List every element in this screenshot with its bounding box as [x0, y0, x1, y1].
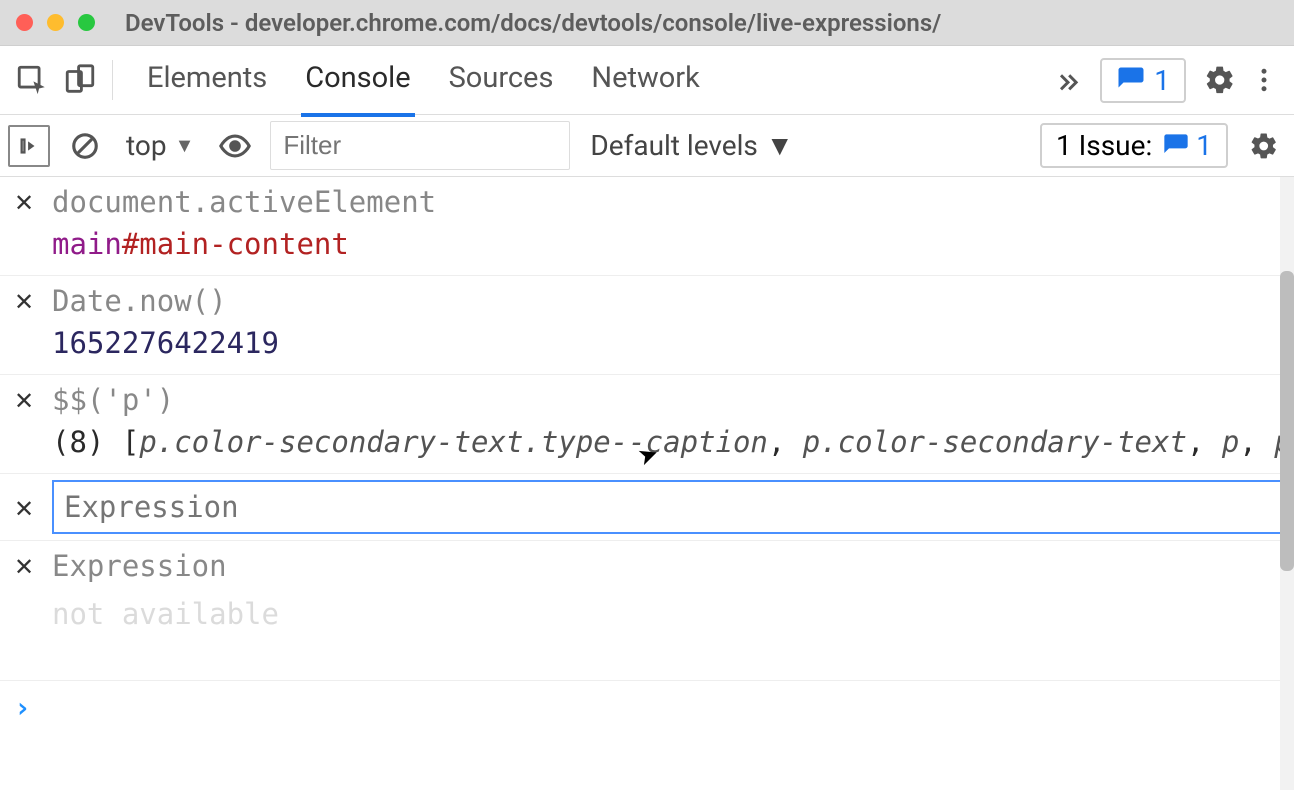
log-levels-selector[interactable]: Default levels ▼	[590, 129, 793, 162]
tab-network[interactable]: Network	[587, 43, 703, 117]
window-minimize-button[interactable]	[47, 14, 64, 31]
close-icon[interactable]: ✕	[12, 495, 36, 523]
window-title: DevTools - developer.chrome.com/docs/dev…	[125, 9, 941, 37]
more-tabs-icon[interactable]	[1048, 60, 1088, 100]
main-toolbar: Elements Console Sources Network 1	[0, 46, 1294, 115]
scrollbar[interactable]	[1280, 177, 1294, 790]
close-icon[interactable]: ✕	[12, 288, 36, 316]
live-expression-button[interactable]	[214, 125, 256, 167]
tab-console[interactable]: Console	[301, 43, 414, 117]
expression-result[interactable]: (8) [p.color-secondary-text.type--captio…	[52, 425, 1282, 459]
prompt-arrow-icon: ›	[14, 691, 31, 724]
expression-result[interactable]: 1652276422419	[52, 326, 1282, 360]
live-expression-row: ✕ Date.now() 1652276422419	[0, 276, 1294, 375]
context-selector[interactable]: top ▼	[120, 127, 200, 164]
live-expression-input-row: ✕	[0, 474, 1294, 541]
clear-console-button[interactable]	[64, 125, 106, 167]
expression-result: not available	[0, 597, 1294, 631]
issues-badge[interactable]: 1	[1100, 58, 1186, 103]
window-maximize-button[interactable]	[78, 14, 95, 31]
chevron-down-icon: ▼	[766, 129, 794, 162]
console-toolbar: top ▼ Default levels ▼ 1 Issue: 1	[0, 115, 1294, 177]
close-icon[interactable]: ✕	[12, 553, 36, 581]
console-settings-icon[interactable]	[1242, 124, 1286, 168]
devtools-tabs: Elements Console Sources Network	[143, 43, 1048, 117]
expression-source[interactable]: $$('p')	[52, 383, 1282, 417]
expression-source[interactable]: document.activeElement	[52, 185, 1282, 219]
close-icon[interactable]: ✕	[12, 387, 36, 415]
settings-icon[interactable]	[1198, 58, 1242, 102]
live-expression-row: ✕ Expression	[0, 541, 1294, 605]
device-toggle-icon[interactable]	[56, 56, 104, 104]
context-label: top	[126, 129, 167, 162]
expression-result[interactable]: main#main-content	[52, 227, 1282, 261]
live-expression-row: ✕ document.activeElement main#main-conte…	[0, 177, 1294, 276]
expression-source[interactable]: Expression	[52, 549, 1282, 583]
window-titlebar: DevTools - developer.chrome.com/docs/dev…	[0, 0, 1294, 46]
traffic-lights	[16, 14, 95, 31]
expression-source[interactable]: Date.now()	[52, 284, 1282, 318]
issue-pill[interactable]: 1 Issue: 1	[1040, 123, 1228, 168]
chevron-down-icon: ▼	[175, 133, 195, 158]
toggle-sidebar-button[interactable]	[8, 125, 50, 167]
live-expression-row: ✕ $$('p') (8) [p.color-secondary-text.ty…	[0, 375, 1294, 474]
console-prompt[interactable]: ›	[0, 680, 1280, 734]
tab-sources[interactable]: Sources	[445, 43, 558, 117]
scrollbar-thumb[interactable]	[1280, 271, 1294, 571]
expression-input[interactable]	[52, 480, 1282, 534]
filter-input[interactable]	[270, 121, 570, 170]
console-body: ✕ document.activeElement main#main-conte…	[0, 177, 1294, 790]
kebab-menu-icon[interactable]	[1242, 58, 1286, 102]
inspect-element-icon[interactable]	[8, 56, 56, 104]
tab-elements[interactable]: Elements	[143, 43, 271, 117]
issue-count: 1	[1196, 129, 1212, 162]
toolbar-divider	[112, 60, 113, 100]
window-close-button[interactable]	[16, 14, 33, 31]
close-icon[interactable]: ✕	[12, 189, 36, 217]
issue-label: 1 Issue:	[1056, 129, 1152, 162]
levels-label: Default levels	[590, 129, 758, 162]
issues-count: 1	[1154, 64, 1170, 97]
